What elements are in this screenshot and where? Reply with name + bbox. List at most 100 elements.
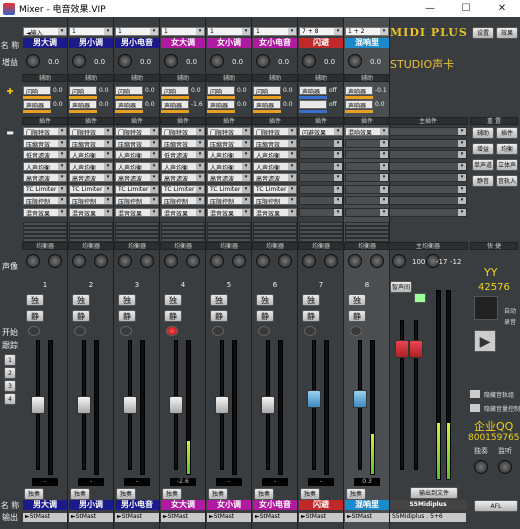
insert-slot[interactable]: TC Limiter ▾ (23, 184, 67, 194)
insert-slot[interactable]: 高音滤波 ▾ (161, 173, 205, 182)
insert-slot[interactable]: ▾ (345, 150, 389, 159)
solo-button[interactable]: 独 (26, 294, 44, 306)
solo-button[interactable]: 独 (164, 294, 182, 306)
pan-knob[interactable] (210, 254, 224, 268)
insert-slot[interactable]: TC Limiter ▾ (207, 184, 251, 194)
input-select[interactable]: 1 ▾ (253, 27, 297, 36)
mute-button[interactable]: 静 (210, 310, 228, 322)
close-button[interactable]: ✕ (484, 3, 520, 14)
master-pan-knob[interactable] (392, 254, 406, 268)
send-name[interactable]: 声响器 (115, 100, 143, 109)
solo-sub-button[interactable]: 独奏 (116, 488, 136, 500)
gain-knob[interactable] (118, 54, 132, 68)
mute-button[interactable]: 静 (26, 310, 44, 322)
insert-slot[interactable]: 压限控制 ▾ (207, 196, 251, 205)
send-add-icon[interactable]: ✚ (0, 87, 20, 96)
eq-knob[interactable] (140, 254, 154, 268)
input-select[interactable]: 1 ▾ (69, 27, 113, 36)
insert-slot[interactable]: 混音效果 ▾ (161, 207, 205, 217)
master-output-select[interactable]: S5Midiplus . 5+6 (390, 513, 466, 522)
pan-knob[interactable] (118, 254, 132, 268)
track-button-3[interactable]: 3 (4, 380, 16, 392)
insert-slot[interactable]: 门限特效 ▾ (23, 127, 67, 136)
insert-slot[interactable]: ▾ (299, 196, 343, 205)
solo-sub-button[interactable]: 独奏 (70, 488, 90, 500)
send-name[interactable] (299, 100, 327, 109)
right-button-3[interactable]: 均衡 (496, 143, 518, 155)
gain-knob[interactable] (256, 54, 270, 68)
insert-collapse-icon[interactable]: ▬ (0, 128, 20, 137)
insert-slot[interactable]: ▾ (345, 173, 389, 182)
pan-knob[interactable] (256, 254, 270, 268)
send-name[interactable]: 声响器 (207, 100, 235, 109)
record-button[interactable] (74, 326, 86, 336)
solo-sub-button[interactable]: 独奏 (24, 488, 44, 500)
gain-knob[interactable] (164, 54, 178, 68)
insert-slot[interactable]: ▾ (345, 184, 389, 194)
master-insert-slot[interactable]: ▾ (389, 161, 467, 171)
input-select[interactable]: 1 ▾ (161, 27, 205, 36)
output-select[interactable]: ►StMast (23, 513, 67, 522)
insert-slot[interactable]: 压缩音效 ▾ (161, 138, 205, 148)
minimize-button[interactable]: — (412, 3, 448, 14)
send-name[interactable]: 闪响 (23, 86, 51, 95)
master-label-button[interactable]: 智声间 (390, 281, 412, 293)
record-button[interactable] (120, 326, 132, 336)
insert-slot[interactable]: TC Limiter ▾ (69, 184, 113, 194)
record-button[interactable] (212, 326, 224, 336)
insert-slot[interactable]: 人声均衡 ▾ (23, 161, 67, 171)
fx-button[interactable]: 效果 (496, 27, 518, 39)
solo-button[interactable]: 独 (348, 294, 366, 306)
pan-knob[interactable] (26, 254, 40, 268)
send-name[interactable]: 声响器 (23, 100, 51, 109)
send-name[interactable]: 闪响 (207, 86, 235, 95)
input-select[interactable]: 7 + 8 ▾ (299, 27, 343, 36)
insert-slot[interactable]: 低音滤波 ▾ (161, 150, 205, 159)
channel-fader[interactable] (77, 396, 91, 414)
track-button-2[interactable]: 2 (4, 367, 16, 379)
eq-knob[interactable] (370, 254, 384, 268)
insert-slot[interactable]: 压缩音效 ▾ (23, 138, 67, 148)
send-name[interactable]: 闪响 (69, 86, 97, 95)
insert-slot[interactable]: 人声均衡 ▾ (207, 150, 251, 159)
insert-slot[interactable]: 高音滤波 ▾ (69, 173, 113, 182)
insert-slot[interactable]: 低音滤波 ▾ (23, 150, 67, 159)
channel-fader[interactable] (31, 396, 45, 414)
output-select[interactable]: ►StMast (299, 513, 343, 522)
insert-slot[interactable]: 人声均衡 ▾ (161, 161, 205, 171)
right-button-4[interactable]: 单声道 (472, 159, 494, 171)
insert-slot[interactable]: 人声均衡 ▾ (69, 161, 113, 171)
right-button-1[interactable]: 插件 (496, 127, 518, 139)
insert-slot[interactable]: 高音滤波 ▾ (23, 173, 67, 182)
mute-button[interactable]: 静 (302, 310, 320, 322)
output-select[interactable]: ►StMast (253, 513, 297, 522)
output-select[interactable]: ►StMast (69, 513, 113, 522)
insert-slot[interactable]: TC Limiter ▾ (253, 184, 297, 194)
insert-slot[interactable]: ▾ (299, 184, 343, 194)
pan-knob[interactable] (348, 254, 362, 268)
insert-slot[interactable]: 混音效果 ▾ (207, 207, 251, 217)
insert-slot[interactable]: 压缩音效 ▾ (69, 138, 113, 148)
channel-fader[interactable] (169, 396, 183, 414)
channel-fader[interactable] (215, 396, 229, 414)
mute-button[interactable]: 静 (72, 310, 90, 322)
mute-button[interactable]: 静 (164, 310, 182, 322)
eq-knob[interactable] (186, 254, 200, 268)
insert-slot[interactable]: ▾ (299, 207, 343, 217)
send-name[interactable]: 闪响 (253, 86, 281, 95)
record-button[interactable] (166, 326, 178, 336)
input-select[interactable]: 1 + 2 ▾ (345, 27, 389, 36)
solo-button[interactable]: 独 (72, 294, 90, 306)
insert-slot[interactable]: ▾ (299, 161, 343, 171)
right-button-5[interactable]: 立体声 (496, 159, 518, 171)
send-name[interactable]: 声响器 (161, 100, 189, 109)
insert-slot[interactable]: ▾ (299, 173, 343, 182)
master-insert-slot[interactable]: ▾ (389, 173, 467, 182)
insert-slot[interactable]: ▾ (299, 150, 343, 159)
insert-slot[interactable]: 门限特效 ▾ (161, 127, 205, 136)
send-name[interactable]: 闪响 (115, 86, 143, 95)
channel-fader[interactable] (261, 396, 275, 414)
record-button[interactable] (28, 326, 40, 336)
send-name[interactable]: 声响器 (345, 86, 373, 95)
send-name[interactable]: 声响器 (253, 100, 281, 109)
